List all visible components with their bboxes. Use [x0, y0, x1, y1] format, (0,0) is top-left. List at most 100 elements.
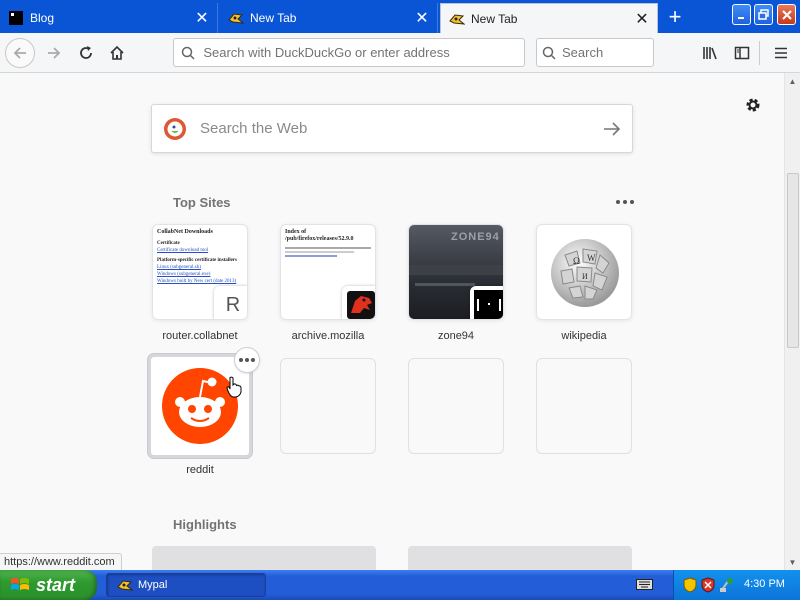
- top-site-tile-reddit[interactable]: [148, 354, 252, 458]
- top-site-label: wikipedia: [561, 330, 607, 342]
- library-button[interactable]: [696, 39, 724, 67]
- mypal-favicon: [449, 11, 465, 27]
- web-search-box[interactable]: [151, 104, 633, 153]
- svg-text:И: И: [582, 272, 588, 281]
- forward-arrow-icon: [48, 47, 61, 59]
- taskbar-item-mypal[interactable]: Mypal: [106, 573, 266, 597]
- back-arrow-icon: [13, 47, 26, 59]
- keyboard-icon[interactable]: [636, 577, 654, 596]
- tab-label: New Tab: [471, 11, 518, 26]
- top-site-label: zone94: [437, 330, 475, 342]
- search-icon: [537, 46, 560, 60]
- preview-link: Linux (subgeneral.sh): [157, 265, 201, 270]
- system-tray: 4:30 PM: [673, 570, 800, 600]
- tab-blog[interactable]: Blog ✕: [0, 3, 218, 33]
- scrollbar-thumb[interactable]: [787, 173, 799, 348]
- network-icon[interactable]: [719, 577, 735, 596]
- windows-taskbar: start Mypal 4:30 PM: [0, 570, 800, 600]
- empty-top-site-slot: [536, 358, 632, 454]
- tab-bar: Blog ✕ New Tab ✕ New Tab ✕ +: [0, 0, 800, 33]
- tab-new-tab-1[interactable]: New Tab ✕: [220, 3, 438, 33]
- mozilla-dino-icon: [342, 286, 375, 319]
- top-sites-title: Top Sites: [173, 195, 231, 210]
- reload-icon: [80, 46, 92, 59]
- top-site-tile-zone94[interactable]: ZONE94: [408, 224, 504, 320]
- highlights-title: Highlights: [173, 517, 237, 532]
- preview-title: CollabNet Downloads: [157, 229, 213, 235]
- preview-link: Windows built by New cert (date 2013): [157, 279, 237, 284]
- scroll-up-arrow-icon[interactable]: ▲: [785, 73, 800, 89]
- restore-button[interactable]: [754, 4, 773, 25]
- web-search-input[interactable]: [198, 119, 592, 138]
- hamburger-menu-icon: [775, 47, 787, 59]
- windows-logo-icon: [10, 576, 30, 594]
- zone94-icon: [470, 286, 503, 319]
- svg-text:Ω: Ω: [573, 256, 580, 266]
- svg-text:W: W: [587, 253, 596, 263]
- empty-top-site-slot: [280, 358, 376, 454]
- reload-button[interactable]: [72, 39, 100, 67]
- preview-link: Certificate download tool: [157, 248, 209, 253]
- top-site-tile-archive-mozilla[interactable]: Index of /pub/firefox/releases/52.9.0: [280, 224, 376, 320]
- top-site-tile-router-collabnet[interactable]: CollabNet Downloads Certificate Certific…: [152, 224, 248, 320]
- preview-title: ZONE94: [451, 231, 500, 243]
- search-bar[interactable]: [536, 38, 654, 67]
- back-button[interactable]: [5, 38, 35, 68]
- url-input[interactable]: [201, 44, 524, 61]
- nav-toolbar: [0, 33, 800, 73]
- tab-new-tab-active[interactable]: New Tab ✕: [440, 3, 658, 33]
- start-button[interactable]: start: [0, 570, 97, 600]
- status-bar: https://www.reddit.com: [0, 553, 122, 570]
- home-button[interactable]: [103, 39, 131, 67]
- security-shield-icon[interactable]: [683, 577, 697, 596]
- highlight-card[interactable]: [152, 546, 376, 570]
- close-tab-icon[interactable]: ✕: [633, 10, 651, 28]
- sidebar-icon: [734, 46, 750, 60]
- mypal-favicon: [117, 577, 133, 593]
- new-tab-button[interactable]: +: [662, 4, 688, 29]
- top-sites-more-icon[interactable]: [613, 192, 637, 212]
- wikipedia-globe-icon: Ω W И: [547, 235, 623, 316]
- arrow-right-icon[interactable]: [592, 121, 632, 136]
- top-site-tile-wikipedia[interactable]: Ω W И: [536, 224, 632, 320]
- close-tab-icon[interactable]: ✕: [413, 9, 431, 27]
- preview-heading: Certificate: [157, 241, 180, 246]
- highlight-card[interactable]: [408, 546, 632, 570]
- site-preview: CollabNet Downloads Certificate Certific…: [153, 225, 247, 289]
- start-label: start: [36, 574, 76, 595]
- library-icon: [703, 47, 717, 60]
- clock: 4:30 PM: [744, 578, 785, 590]
- toolbar-separator: [759, 41, 760, 65]
- top-site-label: archive.mozilla: [291, 330, 365, 342]
- site-letter-icon: R: [214, 286, 247, 319]
- new-tab-page: Top Sites CollabNet Downloads Certificat…: [0, 73, 784, 570]
- top-site-label: router.collabnet: [162, 330, 238, 342]
- site-preview: Index of /pub/firefox/releases/52.9.0: [281, 225, 375, 263]
- preview-link: Windows (subgeneral.exe): [157, 272, 211, 277]
- forward-button[interactable]: [40, 39, 68, 67]
- close-window-button[interactable]: [777, 4, 796, 25]
- url-bar[interactable]: [173, 38, 525, 67]
- preview-title: Index of /pub/firefox/releases/52.9.0: [285, 229, 354, 242]
- vertical-scrollbar[interactable]: ▲ ▼: [784, 73, 800, 570]
- top-site-label: reddit: [186, 464, 214, 476]
- preview-heading: Platform-specific certificate installers: [157, 258, 237, 263]
- empty-top-site-slot: [408, 358, 504, 454]
- blog-favicon: [8, 10, 24, 26]
- search-input[interactable]: [560, 44, 653, 61]
- duckduckgo-logo-icon: [152, 117, 198, 141]
- tab-label: Blog: [30, 11, 55, 25]
- minimize-button[interactable]: [732, 4, 751, 25]
- tab-label: New Tab: [250, 11, 297, 25]
- sidebar-button[interactable]: [728, 39, 756, 67]
- home-icon: [110, 45, 124, 60]
- close-tab-icon[interactable]: ✕: [193, 9, 211, 27]
- scroll-down-arrow-icon[interactable]: ▼: [785, 554, 800, 570]
- tile-context-menu-button[interactable]: [234, 347, 260, 373]
- search-icon: [174, 46, 201, 60]
- hand-cursor-icon: [226, 376, 242, 403]
- alert-shield-icon[interactable]: [701, 577, 715, 596]
- menu-button[interactable]: [767, 39, 795, 67]
- taskbar-item-label: Mypal: [138, 579, 168, 591]
- settings-gear-icon[interactable]: [743, 95, 763, 115]
